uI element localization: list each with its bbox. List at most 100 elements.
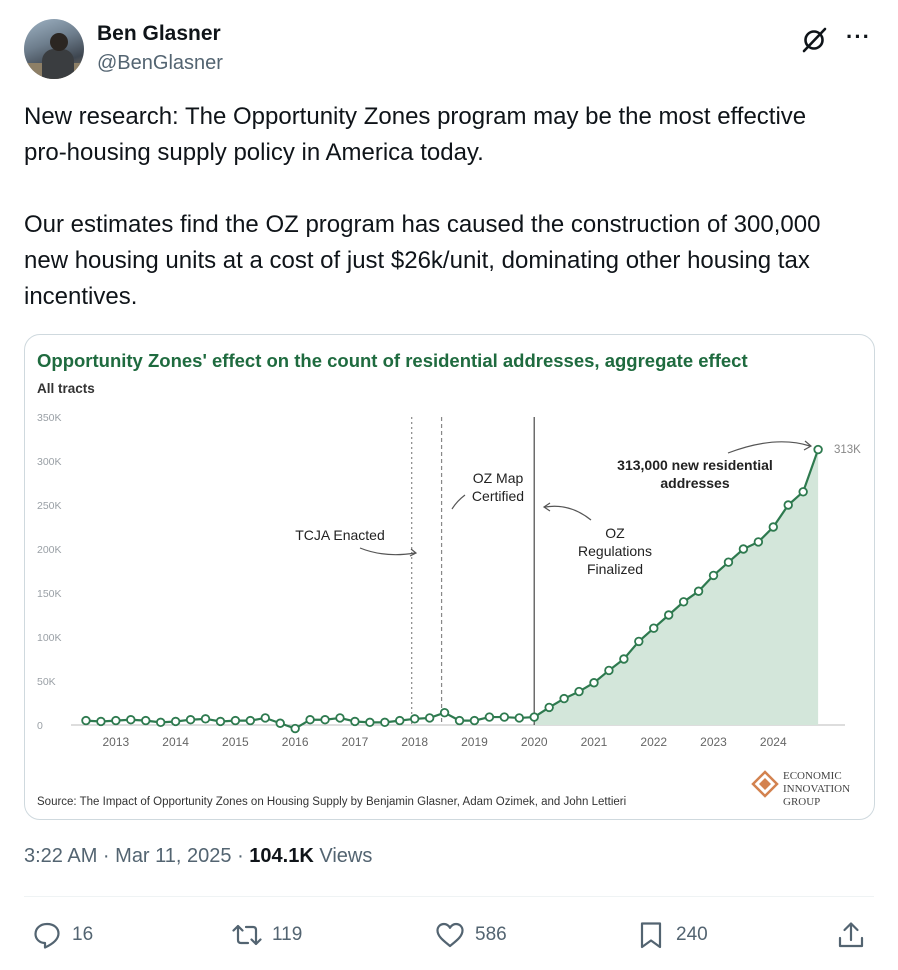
data-point <box>738 544 749 554</box>
avatar[interactable] <box>24 19 84 79</box>
annotation-arrow <box>451 494 466 510</box>
data-point <box>649 623 659 633</box>
logo-text-line: ECONOMIC <box>783 770 842 782</box>
chart-title: Opportunity Zones' effect on the count o… <box>37 350 748 371</box>
reply-icon <box>34 922 60 949</box>
data-point <box>783 500 793 510</box>
like-icon <box>436 922 464 948</box>
x-axis: 2013 2014 2015 2016 2017 2018 2019 2020 2021 2022… <box>103 735 787 749</box>
data-point <box>574 686 584 697</box>
data-point <box>111 715 121 726</box>
data-point <box>155 717 166 728</box>
annotation-arrow <box>544 505 592 521</box>
x-tick-label: 2020 <box>521 735 548 749</box>
timestamp[interactable]: 3:22 AM · Mar 11, 2025 · <box>24 845 249 867</box>
share-icon <box>838 922 864 948</box>
data-point <box>559 693 569 704</box>
data-point <box>469 715 480 726</box>
y-tick-label: 0 <box>37 720 43 732</box>
y-tick-label: 300K <box>37 456 62 468</box>
data-point <box>365 717 375 728</box>
data-point <box>813 444 823 455</box>
annotation-oz-regs: Finalized <box>587 561 643 577</box>
views-label: Views <box>313 845 373 867</box>
data-point <box>275 718 285 728</box>
data-point <box>350 716 360 727</box>
data-point <box>81 715 91 726</box>
data-point <box>723 557 734 567</box>
y-tick-label: 250K <box>37 500 62 512</box>
annotation-total: 313,000 new residential <box>617 457 773 473</box>
data-point <box>693 586 704 596</box>
data-point <box>170 716 181 727</box>
reply-count: 16 <box>72 924 94 945</box>
author-name[interactable]: Ben Glasner <box>97 22 221 46</box>
data-point <box>529 712 539 722</box>
y-tick-label: 50K <box>37 676 56 688</box>
data-point <box>141 715 151 726</box>
chart: Opportunity Zones' effect on the count o… <box>37 350 861 808</box>
tweet-meta: 3:22 AM · Mar 11, 2025 · 104.1K Views <box>24 845 372 868</box>
data-point <box>395 715 405 726</box>
bookmark-count: 240 <box>676 924 708 945</box>
data-point <box>753 537 764 547</box>
data-point <box>768 522 778 532</box>
data-point <box>619 654 629 664</box>
x-tick-label: 2018 <box>401 735 428 749</box>
annotation-arrow <box>359 547 416 556</box>
data-point <box>484 712 495 722</box>
data-point <box>200 714 211 724</box>
data-point <box>708 570 719 581</box>
retweet-count: 119 <box>272 924 303 945</box>
divider <box>24 896 874 897</box>
data-point <box>230 715 241 726</box>
data-point <box>290 723 300 734</box>
x-tick-label: 2022 <box>640 735 667 749</box>
data-point <box>663 610 674 620</box>
data-point <box>424 713 435 723</box>
data-point <box>245 715 256 726</box>
chart-subtitle: All tracts <box>37 381 95 396</box>
end-label: 313K <box>834 444 861 456</box>
grok-icon[interactable] <box>800 26 828 54</box>
tweet-text: New research: The Opportunity Zones prog… <box>24 99 844 315</box>
data-point <box>126 715 136 725</box>
share-button[interactable] <box>836 920 866 950</box>
annotation-oz-map: OZ Map <box>473 470 524 486</box>
author-handle[interactable]: @BenGlasner <box>97 52 223 75</box>
y-tick-label: 200K <box>37 544 62 556</box>
data-point <box>499 712 510 722</box>
x-tick-label: 2016 <box>282 735 309 749</box>
annotation-total: addresses <box>660 475 729 491</box>
x-tick-label: 2023 <box>700 735 727 749</box>
reply-button[interactable]: 16 <box>32 920 93 950</box>
annotation-tcja: TCJA Enacted <box>295 527 385 543</box>
media-card[interactable]: Opportunity Zones' effect on the count o… <box>24 334 875 820</box>
views-count: 104.1K <box>249 845 314 867</box>
chart-source: Source: The Impact of Opportunity Zones … <box>37 796 626 808</box>
tweet-paragraph: New research: The Opportunity Zones prog… <box>24 103 807 166</box>
data-point <box>260 713 270 723</box>
data-point <box>589 678 599 688</box>
x-tick-label: 2021 <box>581 735 608 749</box>
data-point <box>215 716 226 727</box>
logo-text-line: GROUP <box>783 796 820 808</box>
x-tick-label: 2017 <box>342 735 369 749</box>
data-point <box>634 636 644 647</box>
x-tick-label: 2024 <box>760 735 787 749</box>
annotation-arrow-head <box>409 548 418 557</box>
retweet-button[interactable]: 119 <box>232 920 302 950</box>
annotation-oz-regs: OZ <box>605 525 625 541</box>
data-point <box>544 702 554 713</box>
more-icon[interactable]: ··· <box>846 24 871 50</box>
x-tick-label: 2013 <box>103 735 130 749</box>
bookmark-button[interactable]: 240 <box>636 920 708 950</box>
like-button[interactable]: 586 <box>435 920 507 950</box>
y-tick-label: 350K <box>37 412 62 424</box>
data-point <box>305 715 315 725</box>
annotation-oz-map: Certified <box>472 488 524 504</box>
data-point <box>96 716 106 727</box>
retweet-icon <box>232 924 262 946</box>
x-tick-label: 2015 <box>222 735 249 749</box>
bookmark-icon <box>640 922 662 949</box>
